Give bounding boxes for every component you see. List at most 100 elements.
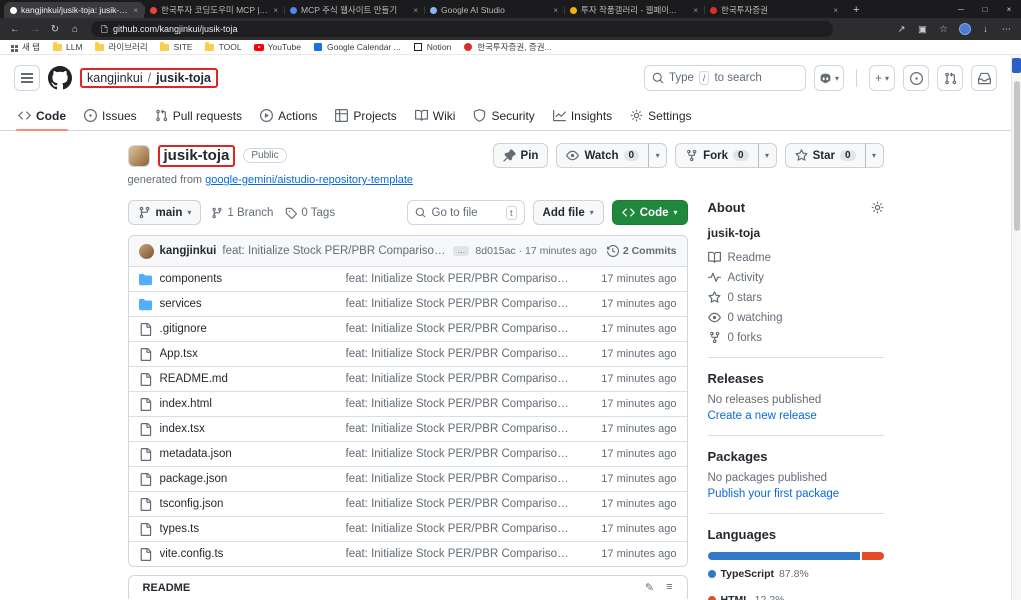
share-icon[interactable]: ↗ bbox=[893, 21, 910, 38]
table-row[interactable]: App.tsx feat: Initialize Stock PER/PBR C… bbox=[128, 341, 687, 366]
file-name-link[interactable]: README.md bbox=[160, 373, 338, 385]
table-row[interactable]: components feat: Initialize Stock PER/PB… bbox=[128, 266, 687, 291]
tab-issues[interactable]: Issues bbox=[76, 101, 145, 130]
refresh-button[interactable]: ↻ bbox=[46, 21, 64, 38]
bookmark-item[interactable]: YouTube bbox=[253, 42, 301, 52]
repo-stat-item[interactable]: Readme bbox=[708, 251, 884, 264]
file-name-link[interactable]: index.tsx bbox=[160, 423, 338, 435]
bookmark-item[interactable]: Notion bbox=[413, 42, 451, 52]
tab-close-icon[interactable]: × bbox=[273, 6, 278, 15]
scrollbar-track[interactable] bbox=[1011, 55, 1021, 600]
inbox-button[interactable] bbox=[971, 65, 997, 91]
commit-author[interactable]: kangjinkui bbox=[160, 245, 217, 257]
file-name-link[interactable]: package.json bbox=[160, 473, 338, 485]
template-repo-link[interactable]: google-gemini/aistudio-repository-templa… bbox=[205, 174, 413, 186]
hamburger-menu-button[interactable] bbox=[14, 65, 40, 91]
tab-actions[interactable]: Actions bbox=[252, 101, 325, 130]
table-row[interactable]: types.ts feat: Initialize Stock PER/PBR … bbox=[128, 516, 687, 541]
watch-button[interactable]: Watch 0 bbox=[556, 143, 650, 168]
outline-icon[interactable]: ≡ bbox=[666, 581, 672, 594]
url-text[interactable]: github.com/kangjinkui/jusik-toja bbox=[113, 24, 238, 34]
tab-security[interactable]: Security bbox=[465, 101, 542, 130]
file-commit-message-link[interactable]: feat: Initialize Stock PER/PBR Compariso… bbox=[346, 473, 573, 485]
repo-stat-item[interactable]: Activity bbox=[708, 271, 884, 284]
file-name-link[interactable]: index.html bbox=[160, 398, 338, 410]
tab-settings[interactable]: Settings bbox=[622, 101, 699, 130]
fork-button[interactable]: Fork 0 bbox=[675, 143, 759, 168]
bookmark-item[interactable]: TOOL bbox=[205, 41, 242, 52]
table-row[interactable]: index.html feat: Initialize Stock PER/PB… bbox=[128, 391, 687, 416]
bookmark-item[interactable]: 한국투자증권, 증권... bbox=[463, 41, 552, 53]
pull-requests-header-button[interactable] bbox=[937, 65, 963, 91]
repo-name[interactable]: jusik-toja bbox=[164, 147, 230, 164]
star-dropdown-button[interactable]: ▾ bbox=[864, 143, 884, 168]
bookmark-item[interactable]: 새 탭 bbox=[8, 41, 40, 53]
issues-header-button[interactable] bbox=[903, 65, 929, 91]
file-commit-message-link[interactable]: feat: Initialize Stock PER/PBR Compariso… bbox=[346, 323, 573, 335]
tags-link[interactable]: 0 Tags bbox=[285, 207, 335, 219]
browser-tab[interactable]: 한국투자증권 × bbox=[704, 2, 844, 18]
repo-stat-item[interactable]: 0 watching bbox=[708, 311, 884, 324]
minimize-button[interactable]: ─ bbox=[949, 0, 973, 18]
collections-icon[interactable]: ▣ bbox=[914, 21, 931, 38]
edit-readme-icon[interactable]: ✎ bbox=[645, 581, 654, 594]
table-row[interactable]: .gitignore feat: Initialize Stock PER/PB… bbox=[128, 316, 687, 341]
language-legend-item[interactable]: TypeScript 87.8% bbox=[707, 568, 809, 580]
tab-close-icon[interactable]: × bbox=[693, 6, 698, 15]
site-info-icon[interactable] bbox=[100, 25, 108, 33]
create-release-link[interactable]: Create a new release bbox=[708, 410, 884, 422]
table-row[interactable]: vite.config.ts feat: Initialize Stock PE… bbox=[128, 541, 687, 566]
readme-tab[interactable]: README bbox=[143, 582, 191, 594]
breadcrumb-owner-link[interactable]: kangjinkui bbox=[87, 71, 143, 85]
file-name-link[interactable]: .gitignore bbox=[160, 323, 338, 335]
file-name-link[interactable]: vite.config.ts bbox=[160, 548, 338, 560]
file-commit-message-link[interactable]: feat: Initialize Stock PER/PBR Compariso… bbox=[346, 423, 573, 435]
add-file-button[interactable]: Add file ▾ bbox=[532, 200, 604, 225]
forward-button[interactable]: → bbox=[26, 21, 44, 38]
favorites-star-icon[interactable]: ☆ bbox=[935, 21, 952, 38]
browser-tab[interactable]: 한국투자 코딩도우미 MCP | S... × bbox=[144, 2, 284, 18]
tab-projects[interactable]: Projects bbox=[327, 101, 404, 130]
file-name-link[interactable]: metadata.json bbox=[160, 448, 338, 460]
edge-sidebar-button[interactable] bbox=[1012, 58, 1021, 73]
address-bar[interactable]: github.com/kangjinkui/jusik-toja bbox=[91, 21, 833, 37]
bookmark-item[interactable]: SITE bbox=[160, 41, 193, 52]
tab-close-icon[interactable]: × bbox=[553, 6, 558, 15]
breadcrumb-repo-link[interactable]: jusik-toja bbox=[156, 71, 211, 85]
file-commit-message-link[interactable]: feat: Initialize Stock PER/PBR Compariso… bbox=[346, 523, 573, 535]
language-legend-item[interactable]: HTML 12.2% bbox=[707, 594, 784, 600]
home-button[interactable]: ⌂ bbox=[66, 21, 84, 38]
table-row[interactable]: metadata.json feat: Initialize Stock PER… bbox=[128, 441, 687, 466]
tab-wiki[interactable]: Wiki bbox=[407, 101, 464, 130]
repo-stat-item[interactable]: 0 stars bbox=[708, 291, 884, 304]
github-logo-icon[interactable] bbox=[48, 66, 72, 90]
commit-history-link[interactable]: 2 Commits bbox=[607, 245, 677, 257]
global-search-input[interactable]: Type / to search bbox=[643, 65, 806, 91]
copilot-button[interactable]: ▾ bbox=[813, 65, 844, 91]
table-row[interactable]: index.tsx feat: Initialize Stock PER/PBR… bbox=[128, 416, 687, 441]
bookmark-item[interactable]: LLM bbox=[52, 41, 83, 52]
tab-code[interactable]: Code bbox=[10, 101, 74, 131]
edit-about-gear-icon[interactable] bbox=[871, 201, 884, 214]
commit-author-avatar[interactable] bbox=[138, 243, 154, 259]
back-button[interactable]: ← bbox=[6, 21, 24, 38]
branches-link[interactable]: 1 Branch bbox=[211, 207, 273, 219]
packages-title[interactable]: Packages bbox=[708, 449, 884, 464]
file-name-link[interactable]: services bbox=[160, 298, 338, 310]
table-row[interactable]: README.md feat: Initialize Stock PER/PBR… bbox=[128, 366, 687, 391]
releases-title[interactable]: Releases bbox=[708, 371, 884, 386]
file-name-link[interactable]: tsconfig.json bbox=[160, 498, 338, 510]
table-row[interactable]: tsconfig.json feat: Initialize Stock PER… bbox=[128, 491, 687, 516]
repo-owner-avatar[interactable] bbox=[127, 144, 150, 167]
file-commit-message-link[interactable]: feat: Initialize Stock PER/PBR Compariso… bbox=[346, 373, 573, 385]
file-commit-message-link[interactable]: feat: Initialize Stock PER/PBR Compariso… bbox=[346, 398, 573, 410]
tab-pull-requests[interactable]: Pull requests bbox=[147, 101, 250, 130]
file-commit-message-link[interactable]: feat: Initialize Stock PER/PBR Compariso… bbox=[346, 298, 573, 310]
new-tab-button[interactable]: + bbox=[844, 2, 868, 18]
file-commit-message-link[interactable]: feat: Initialize Stock PER/PBR Compariso… bbox=[346, 498, 573, 510]
star-button[interactable]: Star 0 bbox=[784, 143, 866, 168]
browser-tab[interactable]: Google AI Studio × bbox=[424, 2, 564, 18]
browser-tab[interactable]: 투자 작품갤러리 - 웹페이... × bbox=[564, 2, 704, 18]
branch-selector-button[interactable]: main ▾ bbox=[127, 200, 202, 225]
commit-message-link[interactable]: feat: Initialize Stock PER/PBR Compariso… bbox=[222, 245, 447, 257]
